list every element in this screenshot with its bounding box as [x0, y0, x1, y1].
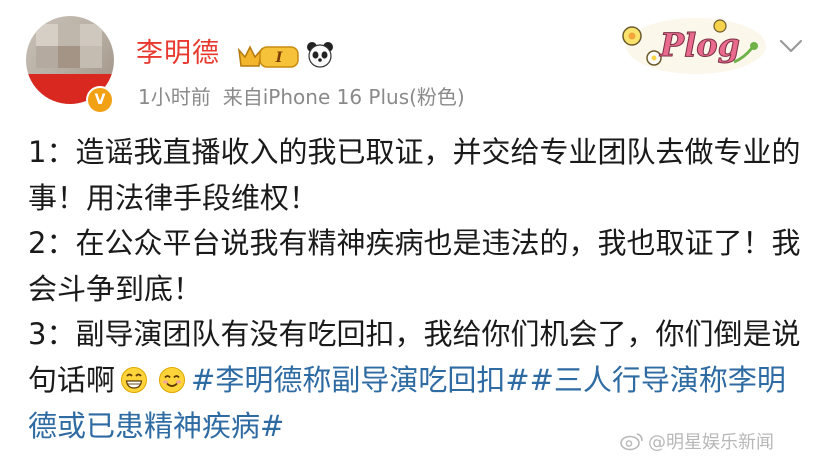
- weibo-logo-icon: [620, 433, 643, 451]
- watermark: @明星娱乐新闻: [620, 428, 774, 454]
- smile-emoji-icon: [159, 366, 186, 393]
- hashtag-link[interactable]: #李明德称副导演吃回扣#: [191, 363, 530, 397]
- verified-badge-icon: V: [86, 86, 114, 114]
- post-time: 1小时前: [138, 85, 211, 109]
- plog-text: Plog: [659, 26, 740, 64]
- badge-level: I: [275, 50, 283, 66]
- post-paragraph-1: 1：造谣我直播收入的我已取证，并交给专业团队去做专业的事！用法律手段维权！: [28, 135, 801, 215]
- grin-emoji-icon: [121, 366, 148, 393]
- post-source[interactable]: 来自iPhone 16 Plus(粉色): [223, 85, 465, 109]
- vip-crown-badge-icon[interactable]: I: [236, 41, 300, 71]
- post-meta: 1小时前 来自iPhone 16 Plus(粉色): [138, 84, 465, 110]
- panda-icon: [307, 42, 333, 68]
- post-content: 1：造谣我直播收入的我已取证，并交给专业团队去做专业的事！用法律手段维权！ 2：…: [28, 130, 808, 449]
- chevron-down-icon[interactable]: [778, 36, 804, 56]
- post-paragraph-2: 2：在公众平台说我有精神疾病也是违法的，我也取证了！我会斗争到底！: [28, 226, 801, 306]
- post-header: V 李明德 I 1小时前 来自iPhone 16 Plus(粉色) Plog: [0, 0, 828, 118]
- author-name[interactable]: 李明德: [136, 38, 220, 70]
- watermark-text: @明星娱乐新闻: [648, 432, 774, 453]
- plog-sticker-icon[interactable]: Plog: [616, 12, 766, 78]
